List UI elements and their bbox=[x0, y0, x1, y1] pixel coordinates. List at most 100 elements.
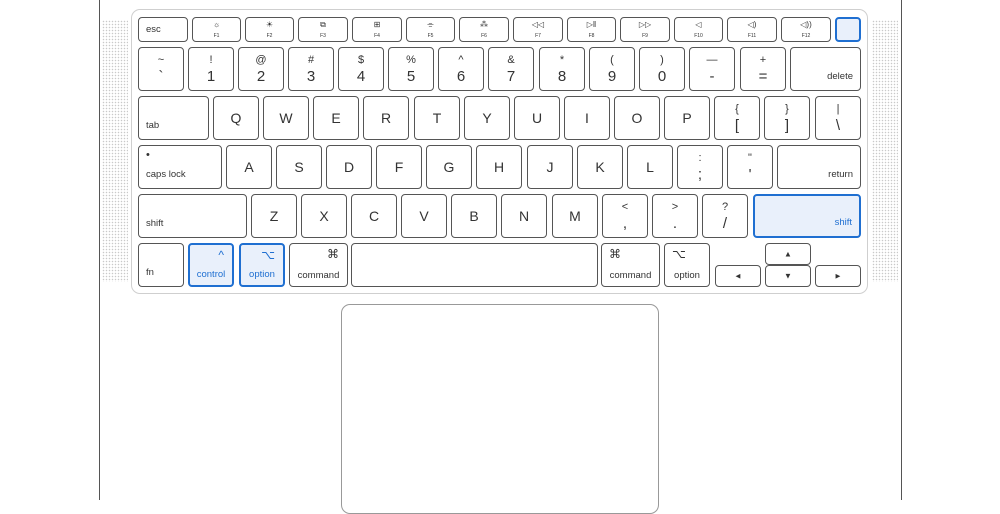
f3-key[interactable]: ⧉ F3 bbox=[298, 17, 348, 42]
key-l[interactable]: L bbox=[627, 145, 673, 189]
comma-key[interactable]: < , bbox=[602, 194, 648, 238]
key-q[interactable]: Q bbox=[213, 96, 259, 140]
f6-key[interactable]: ⁂ F6 bbox=[459, 17, 509, 42]
key-6-label: 6 bbox=[456, 68, 466, 85]
laptop-left-edge bbox=[99, 0, 100, 500]
f1-key[interactable]: ☼ F1 bbox=[192, 17, 241, 42]
key-n[interactable]: N bbox=[501, 194, 547, 238]
f7-label: F7 bbox=[535, 33, 541, 39]
key-k[interactable]: K bbox=[577, 145, 623, 189]
right-shift-key[interactable]: shift bbox=[753, 194, 861, 238]
left-command-key[interactable]: ⌘ command bbox=[289, 243, 348, 287]
slash-key[interactable]: ? / bbox=[702, 194, 748, 238]
key-f[interactable]: F bbox=[376, 145, 422, 189]
delete-key[interactable]: delete bbox=[790, 47, 861, 91]
key-8[interactable]: * 8 bbox=[539, 47, 585, 91]
equals-key[interactable]: + = bbox=[740, 47, 786, 91]
key-z-label: Z bbox=[269, 208, 279, 224]
key-c-label: C bbox=[368, 208, 380, 224]
key-i-label: I bbox=[585, 110, 589, 126]
f1-label: F1 bbox=[213, 33, 220, 39]
key-x[interactable]: X bbox=[301, 194, 347, 238]
key-5[interactable]: % 5 bbox=[388, 47, 434, 91]
key-3[interactable]: # 3 bbox=[288, 47, 334, 91]
semicolon-key[interactable]: : ; bbox=[677, 145, 723, 189]
f4-key[interactable]: ⊞ F4 bbox=[352, 17, 402, 42]
key-v[interactable]: V bbox=[401, 194, 447, 238]
key-9-label: 9 bbox=[607, 68, 617, 85]
f7-key[interactable]: ◁◁ F7 bbox=[513, 17, 563, 42]
space-bar[interactable] bbox=[351, 243, 598, 287]
minus-key[interactable]: — - bbox=[689, 47, 735, 91]
key-2[interactable]: @ 2 bbox=[238, 47, 284, 91]
key-y[interactable]: Y bbox=[464, 96, 510, 140]
left-shift-key[interactable]: shift bbox=[138, 194, 247, 238]
key-c[interactable]: C bbox=[351, 194, 397, 238]
f8-key[interactable]: ▷‖ F8 bbox=[567, 17, 616, 42]
key-t[interactable]: T bbox=[414, 96, 460, 140]
right-option-key[interactable]: ⌥ option bbox=[664, 243, 710, 287]
f12-key[interactable]: ◁)) F12 bbox=[781, 17, 831, 42]
key-4[interactable]: $ 4 bbox=[338, 47, 384, 91]
key-j[interactable]: J bbox=[527, 145, 573, 189]
f11-label: F11 bbox=[747, 33, 757, 39]
right-bracket-key-shift-label: } bbox=[785, 103, 789, 115]
key-s[interactable]: S bbox=[276, 145, 322, 189]
key-p[interactable]: P bbox=[664, 96, 710, 140]
up-arrow-key[interactable]: ▲ bbox=[765, 243, 811, 265]
launchpad-icon: ⊞ bbox=[373, 20, 381, 29]
quote-key[interactable]: " ' bbox=[727, 145, 773, 189]
right-bracket-key-label: ] bbox=[784, 117, 790, 134]
right-bracket-key[interactable]: } ] bbox=[764, 96, 810, 140]
key-g[interactable]: G bbox=[426, 145, 472, 189]
key-b[interactable]: B bbox=[451, 194, 497, 238]
left-bracket-key[interactable]: { [ bbox=[714, 96, 760, 140]
key-9[interactable]: ( 9 bbox=[589, 47, 635, 91]
left-shift-key-label: shift bbox=[146, 218, 164, 229]
trackpad[interactable] bbox=[341, 304, 659, 514]
key-6[interactable]: ^ 6 bbox=[438, 47, 484, 91]
f2-key[interactable]: ☀ F2 bbox=[245, 17, 294, 42]
left-arrow-key[interactable]: ◄ bbox=[715, 265, 761, 287]
key-u[interactable]: U bbox=[514, 96, 560, 140]
f9-label: F9 bbox=[642, 33, 648, 39]
command-symbol-icon: ⌘ bbox=[327, 247, 339, 261]
key-1-label: 1 bbox=[206, 68, 216, 85]
left-control-key[interactable]: ^ control bbox=[188, 243, 234, 287]
period-key[interactable]: > . bbox=[652, 194, 698, 238]
key-0[interactable]: ) 0 bbox=[639, 47, 685, 91]
right-arrow-key[interactable]: ► bbox=[815, 265, 861, 287]
down-arrow-key[interactable]: ▼ bbox=[765, 265, 811, 287]
right-command-key[interactable]: ⌘ command bbox=[601, 243, 660, 287]
key-e[interactable]: E bbox=[313, 96, 359, 140]
esc-label: esc bbox=[146, 24, 161, 35]
key-i[interactable]: I bbox=[564, 96, 610, 140]
key-z[interactable]: Z bbox=[251, 194, 297, 238]
esc-key[interactable]: esc bbox=[138, 17, 188, 42]
caps-lock-key[interactable]: • caps lock bbox=[138, 145, 222, 189]
return-key[interactable]: return bbox=[777, 145, 861, 189]
key-t-label: T bbox=[432, 110, 442, 126]
f9-key[interactable]: ▷▷ F9 bbox=[620, 17, 670, 42]
key-h[interactable]: H bbox=[476, 145, 522, 189]
f10-key[interactable]: ◁ F10 bbox=[674, 17, 723, 42]
key-a[interactable]: A bbox=[226, 145, 272, 189]
power-touch-id-key[interactable] bbox=[835, 17, 861, 42]
backtick-key-label: ` bbox=[158, 68, 164, 85]
key-d[interactable]: D bbox=[326, 145, 372, 189]
period-key-label: . bbox=[672, 215, 678, 232]
f11-key[interactable]: ◁) F11 bbox=[727, 17, 777, 42]
backtick-key[interactable]: ~ ` bbox=[138, 47, 184, 91]
fn-key[interactable]: fn bbox=[138, 243, 184, 287]
left-option-key[interactable]: ⌥ option bbox=[239, 243, 285, 287]
key-r[interactable]: R bbox=[363, 96, 409, 140]
tab-key[interactable]: tab bbox=[138, 96, 209, 140]
f5-key[interactable]: ⌯ F5 bbox=[406, 17, 455, 42]
key-7[interactable]: & 7 bbox=[488, 47, 534, 91]
backslash-key[interactable]: | \ bbox=[815, 96, 861, 140]
key-1[interactable]: ! 1 bbox=[188, 47, 234, 91]
key-w[interactable]: W bbox=[263, 96, 309, 140]
minus-key-label: - bbox=[709, 68, 715, 85]
key-m[interactable]: M bbox=[552, 194, 598, 238]
key-o[interactable]: O bbox=[614, 96, 660, 140]
